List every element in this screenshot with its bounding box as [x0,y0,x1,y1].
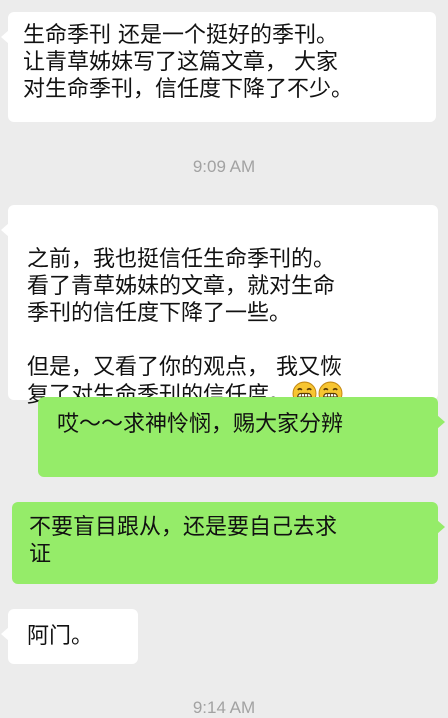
message-bubble-incoming[interactable]: 生命季刊 还是一个挺好的季刊。 让青草姊妹写了这篇文章， 大家 对生命季刊，信任… [1,12,436,122]
message-bubble-incoming[interactable]: 阿门。 [1,609,138,664]
message-bubble-outgoing[interactable]: 不要盲目跟从，还是要自己去求 证 [12,502,445,584]
message-bubble-outgoing[interactable]: 哎～～求神怜悯，赐大家分辨 [38,397,445,477]
timestamp: 9:09 AM [192,157,256,176]
message-bubble-incoming[interactable]: 之前，我也挺信任生命季刊的。 看了青草姊妹的文章，就对生命 季刊的信任度下降了一… [1,205,438,408]
timestamp: 9:14 AM [192,698,256,717]
